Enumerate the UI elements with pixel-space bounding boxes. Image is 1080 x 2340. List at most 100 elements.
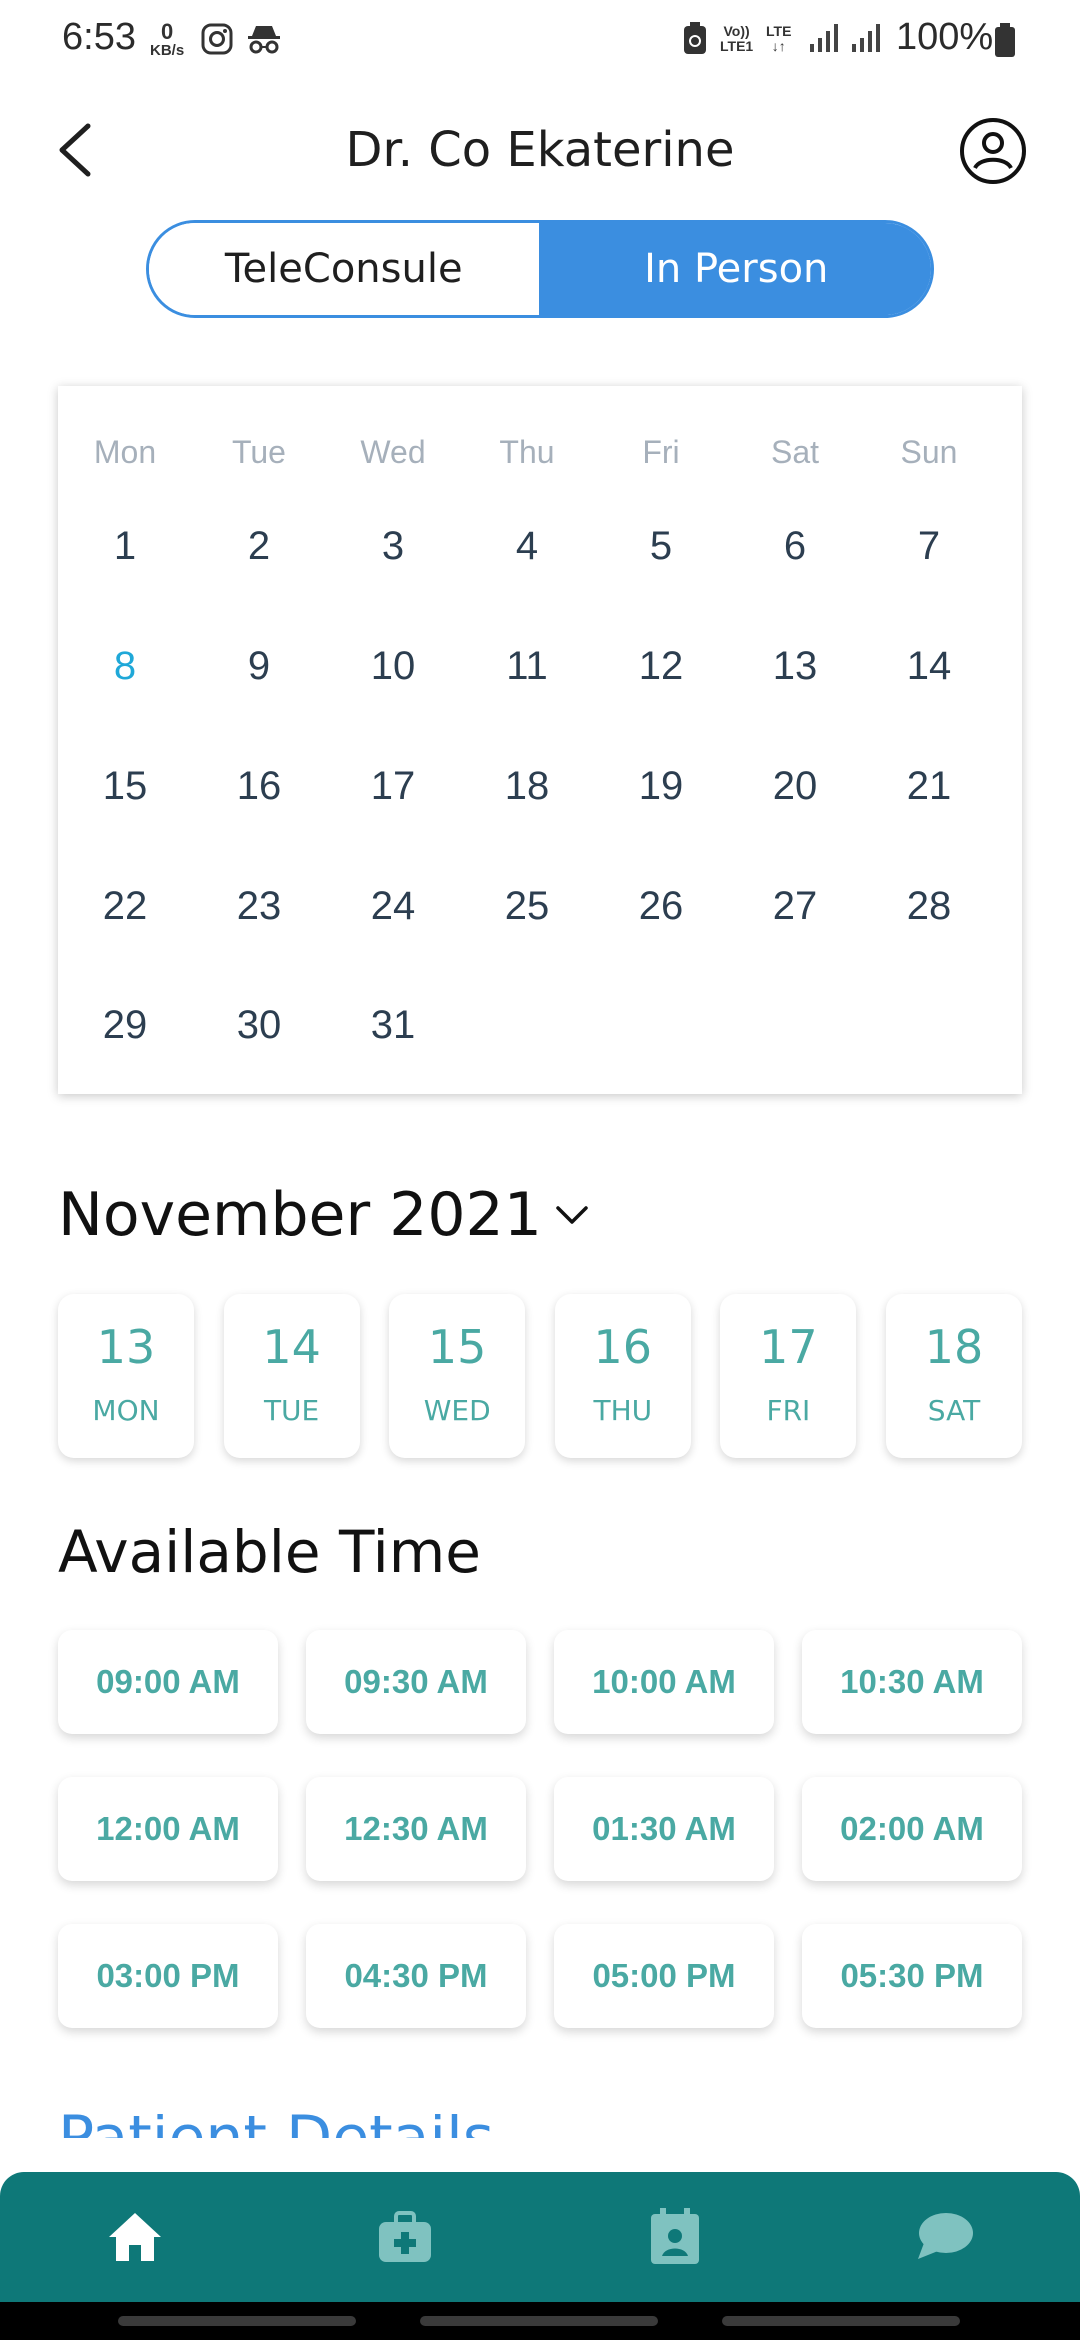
- time-slot-button[interactable]: 05:30 PM: [802, 1924, 1022, 2028]
- weekday-header: Wed: [360, 434, 426, 470]
- calendar-day[interactable]: 15: [58, 764, 192, 809]
- calendar-day[interactable]: 18: [460, 764, 594, 809]
- system-nav-pill-left[interactable]: [118, 2316, 356, 2326]
- week-day-number: 13: [96, 1320, 156, 1374]
- instagram-icon: [200, 22, 234, 61]
- system-nav-pill-center[interactable]: [420, 2316, 658, 2326]
- chat-bubble-icon: [918, 2213, 973, 2259]
- time-slot-button[interactable]: 10:30 AM: [802, 1630, 1022, 1734]
- user-circle-icon: [960, 118, 1026, 184]
- calendar-day[interactable]: 2: [192, 524, 326, 569]
- calendar-day[interactable]: 22: [58, 884, 192, 929]
- calendar-day[interactable]: 25: [460, 884, 594, 929]
- status-time: 6:53: [62, 16, 136, 58]
- weekday-header: Tue: [232, 434, 286, 470]
- weekday-header: Sun: [900, 434, 958, 470]
- home-icon: [109, 2213, 161, 2261]
- in-person-tab[interactable]: In Person: [541, 223, 931, 315]
- calendar-day[interactable]: 12: [594, 644, 728, 689]
- nav-appointments[interactable]: [640, 2202, 710, 2272]
- calendar-day[interactable]: 14: [862, 644, 996, 689]
- teleconsult-tab[interactable]: TeleConsule: [149, 223, 542, 315]
- month-label: November 2021: [58, 1180, 542, 1250]
- week-day-card[interactable]: 15 WED: [389, 1294, 526, 1458]
- battery-saver-icon: [682, 22, 708, 61]
- signal-icon-2: [850, 22, 882, 59]
- calendar-day[interactable]: 19: [594, 764, 728, 809]
- calendar-day[interactable]: 29: [58, 1003, 192, 1048]
- profile-button[interactable]: [958, 116, 1028, 186]
- consult-type-toggle: TeleConsule In Person: [146, 220, 934, 318]
- calendar-day[interactable]: 7: [862, 524, 996, 569]
- system-nav-pill-right[interactable]: [722, 2316, 960, 2326]
- nav-chat[interactable]: [910, 2202, 980, 2272]
- calendar-day[interactable]: 4: [460, 524, 594, 569]
- time-slot-button[interactable]: 12:30 AM: [306, 1777, 526, 1881]
- time-slot-button[interactable]: 01:30 AM: [554, 1777, 774, 1881]
- calendar-day[interactable]: 23: [192, 884, 326, 929]
- time-slot-button[interactable]: 04:30 PM: [306, 1924, 526, 2028]
- time-slot-button[interactable]: 10:00 AM: [554, 1630, 774, 1734]
- week-day-name: MON: [92, 1394, 160, 1427]
- calendar-day[interactable]: 1: [58, 524, 192, 569]
- week-day-number: 18: [924, 1320, 984, 1374]
- patient-details-heading: Patient Details: [58, 2114, 494, 2138]
- status-bar: 6:53 0 KB/s Vo)) LTE1 LTE ↓↑ 100%: [0, 0, 1080, 80]
- week-day-number: 16: [593, 1320, 653, 1374]
- incognito-icon: [246, 22, 282, 61]
- calendar-day[interactable]: 30: [192, 1003, 326, 1048]
- calendar-day[interactable]: 6: [728, 524, 862, 569]
- month-selector[interactable]: November 2021: [58, 1180, 592, 1250]
- week-day-number: 14: [262, 1320, 321, 1374]
- signal-icon-1: [808, 22, 840, 59]
- week-day-card[interactable]: 14 TUE: [223, 1294, 360, 1458]
- week-day-name: FRI: [766, 1394, 811, 1427]
- calendar-day[interactable]: 20: [728, 764, 862, 809]
- week-day-name: WED: [423, 1394, 491, 1427]
- calendar-day[interactable]: 3: [326, 524, 460, 569]
- calendar-contact-icon: [651, 2208, 699, 2264]
- week-strip: 13 MON 14 TUE 15 WED 16 THU 17 FRI 18 SAT: [58, 1294, 1022, 1460]
- available-time-heading: Available Time: [58, 1518, 481, 1586]
- calendar-day[interactable]: 9: [192, 644, 326, 689]
- week-day-number: 17: [759, 1320, 818, 1374]
- calendar-day[interactable]: 13: [728, 644, 862, 689]
- calendar-day[interactable]: 21: [862, 764, 996, 809]
- week-day-card[interactable]: 16 THU: [554, 1294, 691, 1458]
- calendar-day[interactable]: 31: [326, 1003, 460, 1048]
- nav-medical[interactable]: [370, 2202, 440, 2272]
- nav-home[interactable]: [100, 2202, 170, 2272]
- battery-percentage: 100%: [896, 16, 994, 58]
- calendar-day[interactable]: 16: [192, 764, 326, 809]
- week-day-card[interactable]: 17 FRI: [720, 1294, 857, 1458]
- system-navigation-bar: [0, 2302, 1080, 2340]
- calendar-day[interactable]: 17: [326, 764, 460, 809]
- week-day-number: 15: [427, 1320, 487, 1374]
- weekday-header: Thu: [499, 434, 555, 470]
- medical-kit-icon: [379, 2211, 431, 2262]
- time-slot-button[interactable]: 02:00 AM: [802, 1777, 1022, 1881]
- calendar-day[interactable]: 28: [862, 884, 996, 929]
- volte-indicator: Vo)) LTE1: [720, 23, 754, 54]
- time-slot-button[interactable]: 05:00 PM: [554, 1924, 774, 2028]
- week-day-card[interactable]: 13 MON: [58, 1294, 194, 1458]
- calendar-day[interactable]: 27: [728, 884, 862, 929]
- calendar-day[interactable]: 24: [326, 884, 460, 929]
- calendar-day[interactable]: 26: [594, 884, 728, 929]
- weekday-header: Mon: [93, 434, 157, 470]
- calendar-day[interactable]: 5: [594, 524, 728, 569]
- calendar-day[interactable]: 10: [326, 644, 460, 689]
- week-day-name: SAT: [927, 1394, 981, 1427]
- time-slot-button[interactable]: 09:30 AM: [306, 1630, 526, 1734]
- weekday-header: Fri: [642, 434, 680, 470]
- network-speed: 0 KB/s: [150, 19, 185, 60]
- time-slot-button[interactable]: 09:00 AM: [58, 1630, 278, 1734]
- week-day-name: TUE: [263, 1394, 320, 1427]
- battery-icon: [994, 22, 1016, 63]
- calendar-day[interactable]: 8: [58, 644, 192, 689]
- time-slot-button[interactable]: 03:00 PM: [58, 1924, 278, 2028]
- time-slot-button[interactable]: 12:00 AM: [58, 1777, 278, 1881]
- calendar-day[interactable]: 11: [460, 644, 594, 689]
- chevron-down-icon: [556, 1206, 588, 1224]
- week-day-card[interactable]: 18 SAT: [886, 1294, 1022, 1458]
